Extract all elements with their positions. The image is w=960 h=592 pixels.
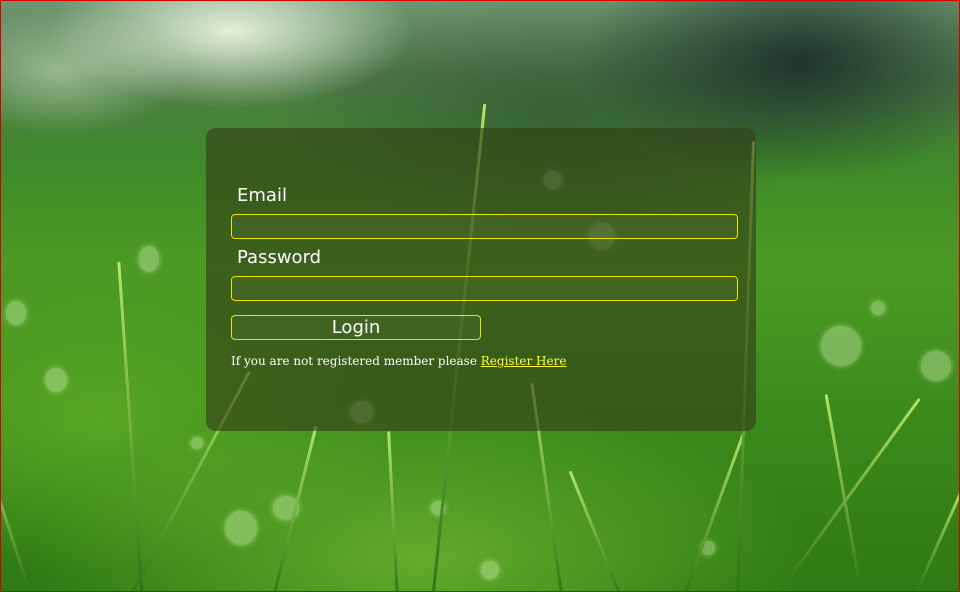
register-prompt: If you are not registered member please … <box>231 354 566 368</box>
email-label: Email <box>237 185 287 206</box>
bokeh-light <box>225 511 257 545</box>
bokeh-light <box>481 561 499 579</box>
bokeh-light <box>139 246 159 272</box>
grass-blade <box>771 397 921 591</box>
grass-blade <box>117 261 144 591</box>
bokeh-light <box>6 301 26 325</box>
password-label: Password <box>237 247 322 268</box>
grass-blade <box>824 393 864 591</box>
login-page: Email Password Login If you are not regi… <box>0 0 960 592</box>
register-prompt-text: If you are not registered member please <box>231 354 481 368</box>
grass-blade <box>681 431 746 591</box>
email-field[interactable] <box>231 214 738 239</box>
password-field[interactable] <box>231 276 738 301</box>
bokeh-light <box>45 368 67 392</box>
bokeh-light <box>871 301 885 315</box>
register-link[interactable]: Register Here <box>481 354 567 368</box>
bokeh-light <box>921 351 951 381</box>
bokeh-light <box>191 437 203 449</box>
grass-blade <box>911 481 959 591</box>
grass-blade <box>387 431 399 591</box>
login-button[interactable]: Login <box>231 315 481 340</box>
grass-blade <box>568 470 624 591</box>
bokeh-light <box>821 326 861 366</box>
grass-blade <box>1 438 34 591</box>
